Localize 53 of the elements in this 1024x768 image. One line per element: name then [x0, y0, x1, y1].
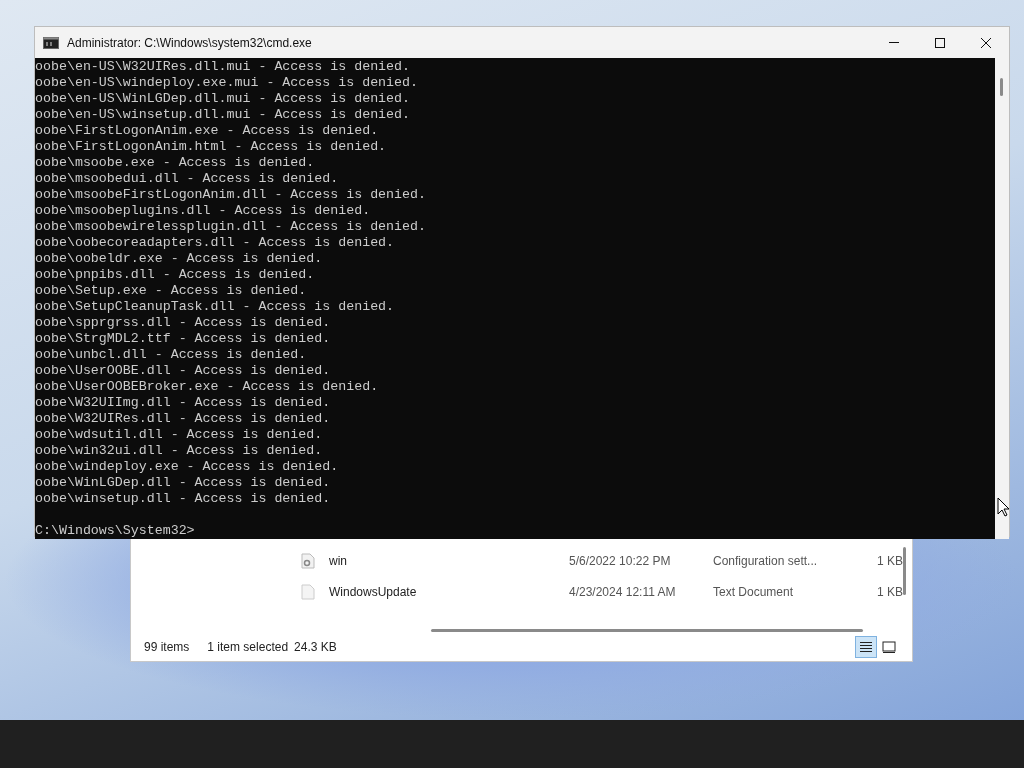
details-view-button[interactable] [855, 635, 877, 658]
console-line: oobe\UserOOBE.dll - Access is denied. [35, 363, 332, 379]
file-date: 4/23/2024 12:11 AM [569, 584, 677, 599]
console-line: oobe\Setup.exe - Access is denied. [35, 283, 308, 299]
console-line: oobe\en-US\W32UIRes.dll.mui - Access is denied. [35, 59, 412, 75]
file-size: 1 KB [876, 553, 903, 568]
console-icon [43, 36, 59, 49]
console-line: oobe\win32ui.dll - Access is denied. [35, 443, 324, 459]
file-size: 1 KB [876, 584, 903, 599]
console-line: oobe\StrgMDL2.ttf - Access is denied. [35, 331, 332, 347]
console-line: oobe\spprgrss.dll - Access is denied. [35, 315, 332, 331]
console-line: oobe\en-US\WinLGDep.dll.mui - Access is denied. [35, 91, 412, 107]
window-title: Administrator: C:\Windows\system32\cmd.exe [67, 35, 313, 50]
console-line: oobe\en-US\winsetup.dll.mui - Access is denied. [35, 107, 412, 123]
console-line: oobe\SetupCleanupTask.dll - Access is denied. [35, 299, 396, 315]
horizontal-scrollbar[interactable] [431, 629, 863, 632]
console-line: oobe\oobecoreadapters.dll - Access is denied. [35, 235, 396, 251]
console-line: oobe\en-US\windeploy.exe.mui - Access is denied. [35, 75, 419, 91]
text-file-icon [301, 583, 315, 600]
console-line: oobe\unbcl.dll - Access is denied. [35, 347, 308, 363]
console-line: oobe\winsetup.dll - Access is denied. [35, 491, 332, 507]
console-line: oobe\W32UIRes.dll - Access is denied. [35, 411, 332, 427]
vertical-scrollbar[interactable] [903, 547, 906, 595]
console-line: oobe\FirstLogonAnim.html - Access is denied. [35, 139, 388, 155]
console-line: oobe\msoobedui.dll - Access is denied. [35, 171, 340, 187]
console-line: oobe\WinLGDep.dll - Access is denied. [35, 475, 332, 491]
selection-count: 1 item selected [207, 639, 289, 654]
preview-view-icon [882, 640, 896, 653]
file-type: Text Document [713, 584, 795, 599]
console-line: oobe\W32UIImg.dll - Access is denied. [35, 395, 332, 411]
console-line: oobe\pnpibs.dll - Access is denied. [35, 267, 316, 283]
console-line: oobe\msoobewirelessplugin.dll - Access is denied. [35, 219, 427, 235]
console-line: oobe\windeploy.exe - Access is denied. [35, 459, 340, 475]
minimize-icon [889, 42, 899, 43]
console-line: oobe\msoobe.exe - Access is denied. [35, 155, 316, 171]
maximize-icon [934, 36, 946, 49]
console-line: oobe\wdsutil.dll - Access is denied. [35, 427, 324, 443]
console-line: oobe\msoobeplugins.dll - Access is denied. [35, 203, 372, 219]
selection-size: 24.3 KB [294, 639, 337, 654]
command-prompt[interactable]: C:\Windows\System32> [35, 523, 995, 539]
console-line: oobe\UserOOBEBroker.exe - Access is denied. [35, 379, 380, 395]
details-view-icon [859, 640, 873, 653]
file-name[interactable]: WindowsUpdate [329, 584, 569, 599]
settings-file-icon [301, 552, 315, 569]
item-count: 99 items [144, 639, 190, 654]
file-type: Configuration sett... [713, 553, 819, 568]
scrollbar-thumb[interactable] [1000, 78, 1003, 96]
console-line: oobe\FirstLogonAnim.exe - Access is denied. [35, 123, 380, 139]
close-icon [980, 36, 992, 49]
console-line: oobe\msoobeFirstLogonAnim.dll - Access is denied. [35, 187, 427, 203]
file-date: 5/6/2022 10:22 PM [569, 553, 672, 568]
file-name[interactable]: win [329, 553, 569, 568]
console-line: oobe\oobeldr.exe - Access is denied. [35, 251, 324, 267]
